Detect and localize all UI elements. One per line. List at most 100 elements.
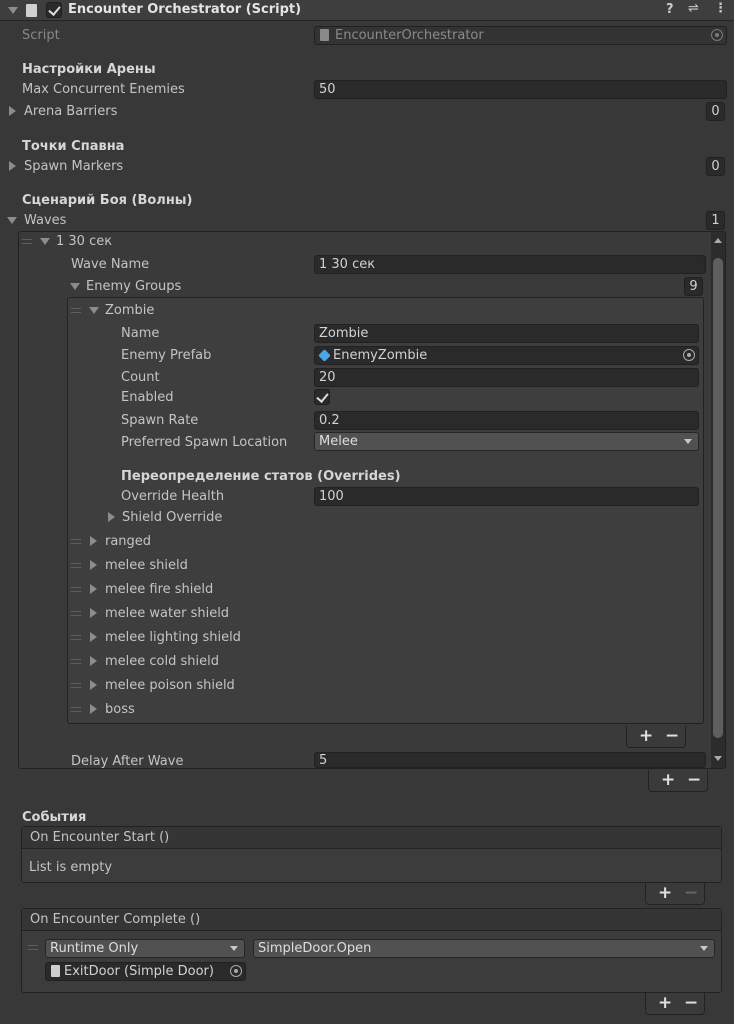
preset-sliders-icon[interactable]: ⇌ (688, 1, 699, 17)
override-health-label: Override Health (121, 489, 225, 504)
foldout-arrow-icon[interactable] (90, 608, 97, 618)
script-file-icon (320, 29, 329, 41)
delay-after-wave-field[interactable]: 5 (314, 752, 706, 768)
spawn-rate-field[interactable]: 0.2 (314, 411, 699, 430)
foldout-arrow-icon[interactable] (90, 536, 97, 546)
runtime-mode-dropdown[interactable]: Runtime Only (45, 939, 245, 958)
scroll-thumb[interactable] (713, 258, 723, 738)
waves-label[interactable]: Waves (24, 213, 66, 229)
drag-handle-icon[interactable] (71, 308, 81, 313)
method-value: SimpleDoor.Open (258, 941, 372, 956)
wave-name-field[interactable]: 1 30 сек (314, 255, 706, 274)
foldout-arrow-icon[interactable] (90, 584, 97, 594)
drag-handle-icon[interactable] (71, 635, 81, 640)
foldout-arrow-icon[interactable] (90, 680, 97, 690)
script-field[interactable]: EncounterOrchestrator (314, 26, 727, 45)
zombie-name-field[interactable]: Zombie (314, 324, 699, 343)
arena-barriers-count[interactable]: 0 (706, 102, 725, 121)
drag-handle-icon[interactable] (28, 945, 38, 950)
group-item-melee-lighting-shield[interactable]: melee lighting shield (105, 630, 241, 646)
group-item-boss[interactable]: boss (105, 702, 135, 718)
spawn-section-title: Точки Спавна (22, 139, 125, 154)
foldout-arrow-icon[interactable] (8, 7, 18, 14)
foldout-arrow-icon[interactable] (40, 238, 50, 245)
wave-name-label: Wave Name (71, 257, 150, 272)
max-enemies-field[interactable]: 50 (314, 80, 727, 99)
shield-override-label[interactable]: Shield Override (122, 510, 222, 526)
drag-handle-icon[interactable] (22, 239, 32, 244)
group-item-melee-cold-shield[interactable]: melee cold shield (105, 654, 219, 670)
events-section-title: События (22, 810, 87, 825)
remove-group-button[interactable]: − (665, 727, 679, 745)
group-item-melee-fire-shield[interactable]: melee fire shield (105, 582, 213, 598)
override-health-field[interactable]: 100 (314, 487, 699, 506)
enemy-groups-label[interactable]: Enemy Groups (86, 279, 181, 295)
arena-section-title: Настройки Арены (22, 62, 156, 77)
drag-handle-icon[interactable] (71, 707, 81, 712)
spawn-location-label: Preferred Spawn Location (121, 435, 288, 450)
drag-handle-icon[interactable] (71, 539, 81, 544)
complete-event-add-remove: + − (645, 993, 705, 1015)
scroll-down-icon[interactable] (714, 756, 722, 761)
group-item-ranged[interactable]: ranged (105, 534, 151, 550)
drag-handle-icon[interactable] (71, 587, 81, 592)
component-header: Encounter Orchestrator (Script) ? ⇌ ⋮ (0, 0, 734, 21)
foldout-arrow-icon[interactable] (90, 632, 97, 642)
enemy-prefab-field[interactable]: EnemyZombie (314, 346, 699, 365)
add-start-listener-button[interactable]: + (658, 884, 672, 902)
group-item-melee-poison-shield[interactable]: melee poison shield (105, 678, 235, 694)
drag-handle-icon[interactable] (71, 563, 81, 568)
foldout-arrow-icon[interactable] (90, 560, 97, 570)
waves-scrollbar[interactable] (711, 232, 725, 768)
group-item-melee-water-shield[interactable]: melee water shield (105, 606, 229, 622)
arena-barriers-label[interactable]: Arena Barriers (24, 104, 117, 120)
add-complete-listener-button[interactable]: + (658, 994, 672, 1012)
object-picker-icon[interactable] (683, 349, 695, 361)
scroll-up-icon[interactable] (714, 238, 722, 243)
foldout-arrow-icon[interactable] (89, 307, 99, 314)
spawn-markers-count[interactable]: 0 (706, 157, 725, 176)
target-object-value: ExitDoor (Simple Door) (64, 964, 214, 979)
foldout-arrow-icon[interactable] (70, 283, 80, 290)
foldout-arrow-icon[interactable] (9, 161, 16, 171)
method-dropdown[interactable]: SimpleDoor.Open (253, 939, 715, 958)
enemy-groups-count[interactable]: 9 (684, 277, 703, 296)
component-enabled-checkbox[interactable] (46, 2, 62, 18)
foldout-arrow-icon[interactable] (9, 106, 16, 116)
remove-start-listener-button[interactable]: − (684, 884, 698, 902)
add-wave-button[interactable]: + (661, 771, 675, 789)
count-field[interactable]: 20 (314, 368, 699, 387)
zombie-group-title[interactable]: Zombie (105, 303, 154, 319)
count-label: Count (121, 370, 160, 385)
enabled-checkbox[interactable] (314, 389, 330, 405)
remove-wave-button[interactable]: − (687, 771, 701, 789)
object-picker-icon[interactable] (711, 29, 723, 41)
help-icon[interactable]: ? (666, 2, 674, 18)
zombie-name-label: Name (121, 326, 160, 341)
foldout-arrow-icon[interactable] (90, 704, 97, 714)
scenario-section-title: Сценарий Боя (Волны) (22, 193, 193, 208)
spawn-markers-label[interactable]: Spawn Markers (24, 159, 123, 175)
foldout-arrow-icon[interactable] (108, 512, 115, 522)
remove-complete-listener-button[interactable]: − (684, 994, 698, 1012)
foldout-arrow-icon[interactable] (7, 217, 17, 224)
foldout-arrow-icon[interactable] (90, 656, 97, 666)
enemy-prefab-value: EnemyZombie (333, 348, 428, 363)
context-menu-icon[interactable]: ⋮ (714, 1, 727, 17)
group-item-melee-shield[interactable]: melee shield (105, 558, 188, 574)
max-enemies-label: Max Concurrent Enemies (22, 82, 185, 97)
object-picker-icon[interactable] (230, 965, 242, 977)
runtime-mode-value: Runtime Only (50, 941, 139, 956)
waves-count[interactable]: 1 (706, 211, 725, 230)
prefab-cube-icon (318, 349, 331, 362)
delay-after-wave-label: Delay After Wave (71, 754, 184, 769)
script-file-icon (51, 965, 60, 977)
spawn-location-dropdown[interactable]: Melee (314, 432, 699, 451)
wave-element-title[interactable]: 1 30 сек (56, 234, 112, 250)
drag-handle-icon[interactable] (71, 659, 81, 664)
target-object-field[interactable]: ExitDoor (Simple Door) (45, 962, 246, 981)
drag-handle-icon[interactable] (71, 611, 81, 616)
add-group-button[interactable]: + (639, 727, 653, 745)
drag-handle-icon[interactable] (71, 683, 81, 688)
dropdown-arrow-icon (230, 946, 238, 951)
